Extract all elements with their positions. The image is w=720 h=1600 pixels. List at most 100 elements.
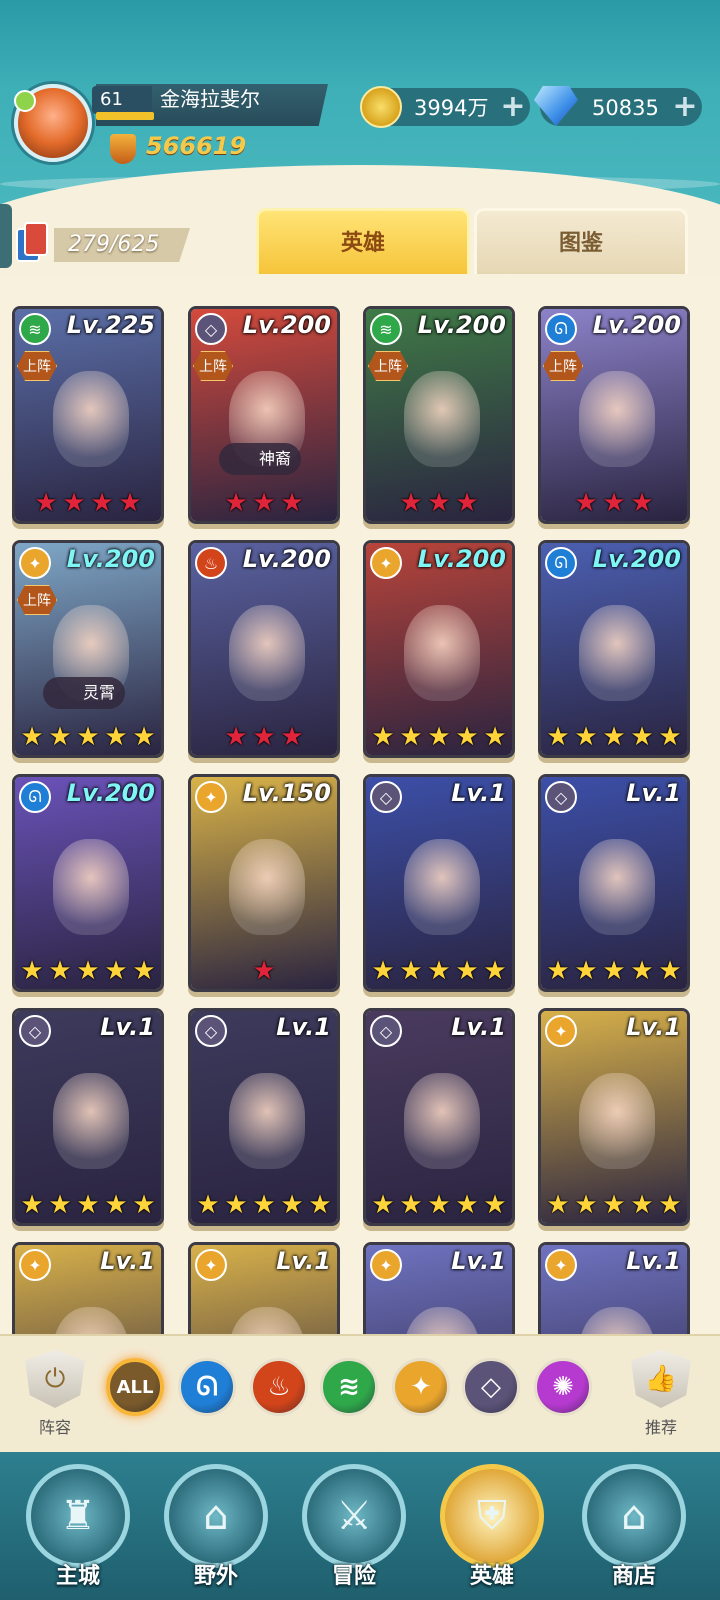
star-rating: ★ ★ ★ ★ (15, 489, 161, 517)
light-faction-icon: ✦ (19, 547, 51, 579)
star-icon: ★ (252, 722, 276, 752)
avatar-leaf-icon (14, 90, 36, 112)
hero-face (404, 1073, 480, 1169)
nav-shop[interactable]: ⌂ 商店 (570, 1464, 698, 1594)
star-rating: ★ ★ ★ ★ ★ (541, 1191, 687, 1219)
void-faction-icon: ◇ (545, 781, 577, 813)
filter-fire-button[interactable]: ♨ (250, 1358, 308, 1416)
hero-card[interactable]: ≋ Lv.200 上阵 ★ ★ ★ (363, 306, 515, 524)
star-icon: ★ (630, 488, 654, 518)
star-icon: ★ (371, 956, 395, 986)
hero-card[interactable]: ✦ Lv.1 ★ ★ ★ ★ ★ (538, 1008, 690, 1226)
filter-void-button[interactable]: ◇ (462, 1358, 520, 1416)
hero-count: 279/625 (68, 232, 160, 257)
hero-level: Lv.200 (242, 311, 331, 339)
coin-value: 3994万 (414, 96, 489, 120)
star-icon: ★ (48, 722, 72, 752)
star-icon: ★ (546, 1190, 570, 1220)
hero-level: Lv.1 (100, 1013, 155, 1041)
hero-grid: ≋ Lv.225 上阵 ★ ★ ★ ★ ◇ Lv.200 上阵 神裔 ★ ★ ★ ≋ Lv.200 上阵 ★ ★ ★ ᘏ… (0, 274, 720, 1334)
side-drawer-handle[interactable] (0, 204, 12, 268)
nav-adventure[interactable]: ⚔ 冒险 (290, 1464, 418, 1594)
hero-card[interactable]: ✦ Lv.200 ★ ★ ★ ★ ★ (363, 540, 515, 758)
hero-card[interactable]: ✦ Lv.1 (188, 1242, 340, 1334)
nav-wild[interactable]: ⌂ 野外 (152, 1464, 280, 1594)
add-coins-button[interactable]: + (498, 92, 528, 122)
star-icon: ★ (20, 722, 44, 752)
hero-card[interactable]: ◇ Lv.1 ★ ★ ★ ★ ★ (188, 1008, 340, 1226)
star-icon: ★ (132, 956, 156, 986)
star-icon: ★ (371, 1190, 395, 1220)
nav-main-city[interactable]: ♜ 主城 (14, 1464, 142, 1594)
star-icon: ★ (399, 722, 423, 752)
light-faction-icon: ✦ (195, 1249, 227, 1281)
hero-card[interactable]: ᘏ Lv.200 上阵 ★ ★ ★ (538, 306, 690, 524)
add-gems-button[interactable]: + (670, 92, 700, 122)
filter-all-button[interactable]: ALL (106, 1358, 164, 1416)
filter-dark-button[interactable]: ✺ (534, 1358, 592, 1416)
coin-icon (360, 86, 402, 128)
hero-card[interactable]: ◇ Lv.1 ★ ★ ★ ★ ★ (363, 774, 515, 992)
light-faction-icon: ✦ (370, 547, 402, 579)
hero-card[interactable]: ◇ Lv.1 ★ ★ ★ ★ ★ (12, 1008, 164, 1226)
on-team-badge: 上阵 (17, 351, 57, 381)
star-icon: ★ (48, 956, 72, 986)
star-icon: ★ (602, 1190, 626, 1220)
star-rating: ★ ★ ★ ★ ★ (191, 1191, 337, 1219)
hero-face (53, 1073, 129, 1169)
hero-face (229, 605, 305, 701)
hero-card[interactable]: ᘏ Lv.200 ★ ★ ★ ★ ★ (538, 540, 690, 758)
hero-card[interactable]: ✦ Lv.150 ★ (188, 774, 340, 992)
hero-card[interactable]: ᘏ Lv.200 ★ ★ ★ ★ ★ (12, 774, 164, 992)
star-icon: ★ (132, 722, 156, 752)
hero-level: Lv.200 (417, 545, 506, 573)
star-icon: ★ (483, 1190, 507, 1220)
hero-card[interactable]: ✦ Lv.1 (12, 1242, 164, 1334)
star-icon: ★ (76, 1190, 100, 1220)
hero-card[interactable]: ✦ Lv.1 (538, 1242, 690, 1334)
recommend-button[interactable]: 👍 推荐 (626, 1350, 696, 1438)
hero-face (404, 371, 480, 467)
player-level: 61 (92, 86, 152, 114)
light-faction-icon: ✦ (195, 781, 227, 813)
hero-card[interactable]: ◇ Lv.1 ★ ★ ★ ★ ★ (363, 1008, 515, 1226)
on-team-badge: 上阵 (17, 585, 57, 615)
nav-hero[interactable]: ⛨ 英雄 (428, 1464, 556, 1594)
hero-level: Lv.150 (242, 779, 331, 807)
tab-hero[interactable]: 英雄 (256, 208, 470, 274)
hero-card[interactable]: ◇ Lv.1 ★ ★ ★ ★ ★ (538, 774, 690, 992)
portal-icon: ⌂ (164, 1464, 268, 1568)
star-icon: ★ (483, 956, 507, 986)
hero-level: Lv.1 (276, 1013, 331, 1041)
star-icon: ★ (546, 722, 570, 752)
hero-card[interactable]: ✦ Lv.1 (363, 1242, 515, 1334)
hero-card[interactable]: ≋ Lv.225 上阵 ★ ★ ★ ★ (12, 306, 164, 524)
star-rating: ★ (191, 957, 337, 985)
hero-card[interactable]: ✦ Lv.200 上阵 灵霄 ★ ★ ★ ★ ★ (12, 540, 164, 758)
player-name: 金海拉斐尔 (160, 87, 260, 111)
thumbs-up-icon: 👍 (631, 1350, 691, 1408)
player-avatar[interactable] (14, 84, 92, 162)
team-lineup-button[interactable]: ⏻ 阵容 (20, 1350, 90, 1438)
star-rating: ★ ★ ★ ★ ★ (541, 957, 687, 985)
star-icon: ★ (76, 956, 100, 986)
void-faction-icon: ◇ (370, 1015, 402, 1047)
void-faction-icon: ◇ (195, 1015, 227, 1047)
hero-card[interactable]: ♨ Lv.200 ★ ★ ★ (188, 540, 340, 758)
star-icon: ★ (62, 488, 86, 518)
water-faction-icon: ᘏ (545, 313, 577, 345)
hero-card[interactable]: ◇ Lv.200 上阵 神裔 ★ ★ ★ (188, 306, 340, 524)
filter-light-button[interactable]: ✦ (392, 1358, 450, 1416)
star-icon: ★ (34, 488, 58, 518)
star-icon: ★ (658, 956, 682, 986)
star-icon: ★ (132, 1190, 156, 1220)
filter-water-button[interactable]: ᘏ (178, 1358, 236, 1416)
star-icon: ★ (455, 488, 479, 518)
filter-forest-button[interactable]: ≋ (320, 1358, 378, 1416)
hero-level: Lv.200 (66, 779, 155, 807)
star-icon: ★ (280, 722, 304, 752)
star-rating: ★ ★ ★ ★ ★ (366, 1191, 512, 1219)
tab-codex[interactable]: 图鉴 (474, 208, 688, 274)
star-icon: ★ (602, 488, 626, 518)
star-icon: ★ (427, 488, 451, 518)
